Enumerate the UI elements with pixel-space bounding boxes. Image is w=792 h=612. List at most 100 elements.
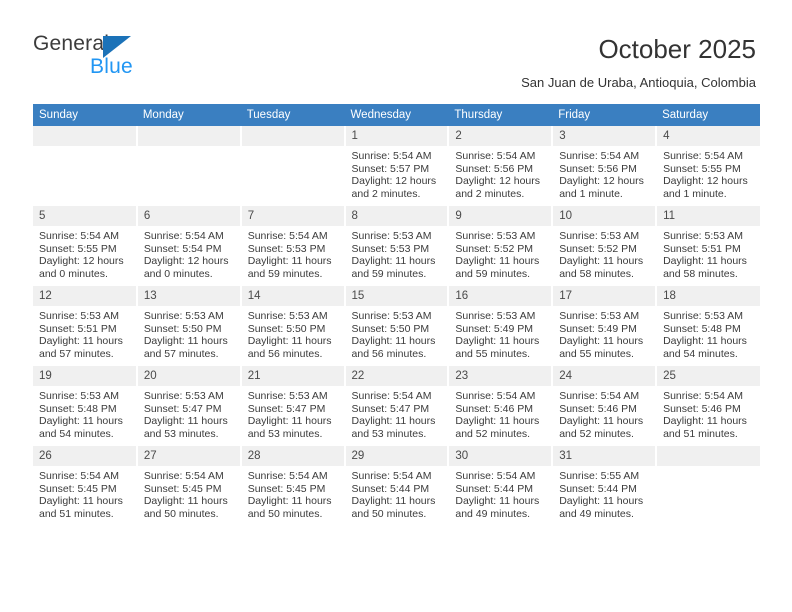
daylight-text: Daylight: 11 hours	[455, 415, 540, 428]
sunset-text: Sunset: 5:54 PM	[143, 242, 222, 255]
daylight-text: Daylight: 11 hours	[663, 415, 747, 428]
day-details: Sunrise: 5:53 AM Sunset: 5:48 PM Daylight:…	[33, 386, 136, 440]
calendar-day-cell[interactable]: 4 Sunrise: 5:54 AM Sunset: 5:55 PM Daylight…	[656, 126, 760, 206]
day-number: 17	[553, 286, 656, 306]
calendar-day-cell[interactable]: 12 Sunrise: 5:53 AM Sunset: 5:51 PM Dayligh…	[33, 284, 138, 366]
calendar-day-cell[interactable]: 6 Sunrise: 5:54 AM Sunset: 5:54 PM Daylight…	[136, 204, 242, 286]
page-header: General Blue October 2025 San Juan de Ur…	[0, 0, 792, 100]
sunrise-text: Sunrise: 5:54 AM	[559, 390, 640, 402]
logo-text-blue: Blue	[90, 55, 133, 78]
sunrise-text: Sunrise: 5:53 AM	[143, 310, 224, 322]
day-details: Sunrise: 5:53 AM Sunset: 5:53 PM Daylight:…	[346, 226, 448, 280]
calendar-day-cell[interactable]: 27 Sunrise: 5:54 AM Sunset: 5:45 PM Dayligh…	[136, 444, 242, 526]
calendar-day-cell[interactable]: 21 Sunrise: 5:53 AM Sunset: 5:47 PM Dayligh…	[240, 364, 346, 446]
calendar-cell-inner	[137, 126, 240, 204]
calendar-page: General Blue October 2025 San Juan de Ur…	[0, 0, 792, 612]
calendar-day-cell[interactable]: 25 Sunrise: 5:54 AM Sunset: 5:46 PM Dayligh…	[656, 364, 760, 446]
calendar-day-cell[interactable]: 19 Sunrise: 5:53 AM Sunset: 5:48 PM Dayligh…	[33, 364, 138, 446]
day-number: 28	[241, 446, 344, 466]
weekday-header-wednesday: Wednesday	[344, 104, 449, 126]
calendar-day-cell[interactable]: 28 Sunrise: 5:54 AM Sunset: 5:45 PM Dayligh…	[240, 444, 346, 526]
daylight-text: Daylight: 11 hours	[247, 255, 332, 268]
day-number: 16	[449, 286, 552, 306]
day-details: Sunrise: 5:54 AM Sunset: 5:46 PM Daylight:…	[449, 386, 551, 440]
sunset-text: Sunset: 5:47 PM	[351, 402, 430, 415]
daylight-text: Daylight: 12 hours	[39, 255, 124, 268]
daylight-text: and 53 minutes.	[247, 427, 323, 440]
page-subtitle: San Juan de Uraba, Antioquia, Colombia	[521, 75, 756, 90]
day-number	[657, 446, 760, 466]
sunset-text: Sunset: 5:49 PM	[559, 322, 637, 335]
daylight-text: and 49 minutes.	[559, 507, 634, 520]
calendar-day-cell[interactable]: 8 Sunrise: 5:53 AM Sunset: 5:53 PM Daylight…	[344, 204, 450, 286]
day-details: Sunrise: 5:53 AM Sunset: 5:48 PM Daylight:…	[657, 306, 760, 360]
day-details: Sunrise: 5:53 AM Sunset: 5:47 PM Daylight:…	[138, 386, 240, 440]
day-number: 24	[553, 366, 656, 386]
sunset-text: Sunset: 5:51 PM	[663, 242, 741, 255]
calendar-cell-inner	[657, 446, 760, 524]
sunset-text: Sunset: 5:50 PM	[143, 322, 222, 335]
calendar-day-cell[interactable]: 22 Sunrise: 5:54 AM Sunset: 5:47 PM Dayligh…	[344, 364, 450, 446]
daylight-text: Daylight: 12 hours	[663, 175, 748, 188]
daylight-text: Daylight: 11 hours	[247, 415, 332, 428]
calendar-day-cell[interactable]: 9 Sunrise: 5:53 AM Sunset: 5:52 PM Daylight…	[448, 204, 554, 286]
weekday-header-tuesday: Tuesday	[240, 104, 345, 126]
calendar-cell-inner: 1 Sunrise: 5:54 AM Sunset: 5:57 PM Daylight…	[345, 126, 448, 204]
calendar-cell-inner: 19 Sunrise: 5:53 AM Sunset: 5:48 PM Dayligh…	[33, 366, 136, 444]
general-blue-logo[interactable]: General Blue	[33, 32, 213, 82]
calendar-day-cell[interactable]: 5 Sunrise: 5:54 AM Sunset: 5:55 PM Daylight…	[33, 204, 138, 286]
calendar-day-cell[interactable]: 10 Sunrise: 5:53 AM Sunset: 5:52 PM Dayligh…	[552, 204, 658, 286]
calendar-day-cell[interactable]: 24 Sunrise: 5:54 AM Sunset: 5:46 PM Dayligh…	[552, 364, 658, 446]
daylight-text: and 57 minutes.	[39, 347, 114, 360]
daylight-text: and 51 minutes.	[39, 507, 114, 520]
sunrise-text: Sunrise: 5:54 AM	[455, 150, 536, 162]
daylight-text: and 50 minutes.	[247, 507, 323, 520]
calendar-day-cell[interactable]: 17 Sunrise: 5:53 AM Sunset: 5:49 PM Dayligh…	[552, 284, 658, 366]
calendar-day-cell[interactable]: 15 Sunrise: 5:53 AM Sunset: 5:50 PM Dayligh…	[344, 284, 450, 366]
calendar-week-row: 5 Sunrise: 5:54 AM Sunset: 5:55 PM Daylight…	[33, 204, 760, 286]
day-details: Sunrise: 5:54 AM Sunset: 5:53 PM Daylight:…	[242, 226, 344, 280]
sunrise-text: Sunrise: 5:54 AM	[455, 390, 536, 402]
calendar-day-cell[interactable]: 13 Sunrise: 5:53 AM Sunset: 5:50 PM Dayligh…	[136, 284, 242, 366]
daylight-text: Daylight: 11 hours	[351, 255, 436, 268]
day-number: 10	[553, 206, 656, 226]
calendar-day-cell[interactable]: 14 Sunrise: 5:53 AM Sunset: 5:50 PM Dayligh…	[240, 284, 346, 366]
sunrise-text: Sunrise: 5:54 AM	[663, 390, 744, 402]
calendar-day-cell[interactable]: 3 Sunrise: 5:54 AM Sunset: 5:56 PM Daylight…	[552, 126, 658, 206]
calendar-day-cell[interactable]: 16 Sunrise: 5:53 AM Sunset: 5:49 PM Dayligh…	[448, 284, 554, 366]
day-details: Sunrise: 5:55 AM Sunset: 5:44 PM Daylight:…	[553, 466, 655, 520]
day-details: Sunrise: 5:53 AM Sunset: 5:49 PM Daylight:…	[449, 306, 551, 360]
calendar-day-cell[interactable]: 2 Sunrise: 5:54 AM Sunset: 5:56 PM Daylight…	[448, 126, 554, 206]
sunrise-text: Sunrise: 5:54 AM	[351, 470, 432, 482]
calendar-cell-inner	[33, 126, 136, 204]
calendar-day-cell[interactable]: 29 Sunrise: 5:54 AM Sunset: 5:44 PM Dayligh…	[344, 444, 450, 526]
day-details: Sunrise: 5:53 AM Sunset: 5:52 PM Daylight:…	[553, 226, 655, 280]
day-details	[242, 146, 344, 150]
calendar-day-cell[interactable]: 26 Sunrise: 5:54 AM Sunset: 5:45 PM Dayligh…	[33, 444, 138, 526]
calendar-day-cell[interactable]: 23 Sunrise: 5:54 AM Sunset: 5:46 PM Dayligh…	[448, 364, 554, 446]
sunrise-text: Sunrise: 5:55 AM	[559, 470, 640, 482]
day-details: Sunrise: 5:54 AM Sunset: 5:45 PM Daylight:…	[138, 466, 240, 520]
sunset-text: Sunset: 5:52 PM	[559, 242, 637, 255]
calendar-day-cell[interactable]: 18 Sunrise: 5:53 AM Sunset: 5:48 PM Dayligh…	[656, 284, 760, 366]
calendar-cell-inner: 3 Sunrise: 5:54 AM Sunset: 5:56 PM Daylight…	[553, 126, 656, 204]
daylight-text: Daylight: 11 hours	[351, 495, 436, 508]
day-number	[241, 126, 344, 146]
sunset-text: Sunset: 5:45 PM	[143, 482, 222, 495]
day-number: 29	[345, 446, 448, 466]
calendar-day-cell[interactable]: 11 Sunrise: 5:53 AM Sunset: 5:51 PM Dayligh…	[656, 204, 760, 286]
day-details: Sunrise: 5:54 AM Sunset: 5:55 PM Daylight:…	[657, 146, 760, 200]
calendar-day-cell[interactable]: 1 Sunrise: 5:54 AM Sunset: 5:57 PM Daylight…	[344, 126, 450, 206]
calendar-day-cell[interactable]: 31 Sunrise: 5:55 AM Sunset: 5:44 PM Dayligh…	[552, 444, 658, 526]
calendar-day-cell[interactable]: 20 Sunrise: 5:53 AM Sunset: 5:47 PM Dayligh…	[136, 364, 242, 446]
calendar-day-cell[interactable]: 30 Sunrise: 5:54 AM Sunset: 5:44 PM Dayligh…	[448, 444, 554, 526]
calendar-day-cell[interactable]: 7 Sunrise: 5:54 AM Sunset: 5:53 PM Daylight…	[240, 204, 346, 286]
sunset-text: Sunset: 5:47 PM	[247, 402, 326, 415]
daylight-text: and 55 minutes.	[455, 347, 531, 360]
sunrise-text: Sunrise: 5:53 AM	[559, 230, 640, 242]
daylight-text: and 54 minutes.	[663, 347, 738, 360]
calendar-cell-inner: 22 Sunrise: 5:54 AM Sunset: 5:47 PM Dayligh…	[345, 366, 448, 444]
calendar-cell-inner: 5 Sunrise: 5:54 AM Sunset: 5:55 PM Daylight…	[33, 206, 136, 284]
day-details: Sunrise: 5:54 AM Sunset: 5:44 PM Daylight:…	[346, 466, 448, 520]
day-details: Sunrise: 5:54 AM Sunset: 5:45 PM Daylight:…	[242, 466, 344, 520]
